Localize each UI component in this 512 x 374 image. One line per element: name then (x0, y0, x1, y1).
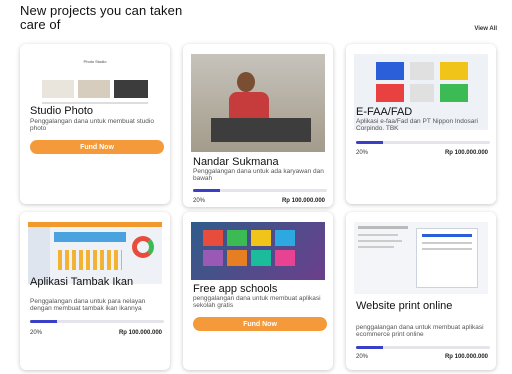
page-title: New projects you can taken care of (20, 3, 183, 32)
project-card-free-app-schools[interactable]: Free app schools penggalangan dana untuk… (183, 212, 333, 370)
card-title: Aplikasi Tambak Ikan (30, 276, 134, 288)
project-card-studio-photo[interactable]: Photo Studio Studio Photo Penggalangan d… (20, 44, 170, 204)
fund-now-button[interactable]: Fund Now (193, 317, 327, 331)
card-description: Aplikasi e-faa/Fad dan PT Nippon Indosar… (356, 118, 479, 132)
project-card-e-faa[interactable]: E-FAA/FAD Aplikasi e-faa/Fad dan PT Nipp… (346, 44, 496, 204)
card-description: penggalangan dana untuk membuat aplikasi… (193, 295, 321, 309)
funding-progress-bar (356, 141, 490, 144)
progress-percent: 20% (30, 330, 43, 336)
funding-amount: Rp 100.000.000 (281, 198, 325, 204)
funding-progress-fill (30, 320, 57, 323)
card-title: Free app schools (193, 283, 278, 295)
progress-percent: 20% (193, 198, 206, 204)
card-description: Penggalangan dana untuk membuat studio p… (30, 118, 154, 132)
funding-progress-fill (356, 141, 383, 144)
thumb-site-title: Photo Studio (83, 59, 107, 64)
card-title: E-FAA/FAD (356, 106, 413, 118)
card-description: Penggalangan dana untuk para nelayan den… (30, 298, 146, 312)
progress-percent: 20% (356, 150, 369, 156)
card-description: Penggalangan dana untuk ada karyawan dan… (193, 168, 324, 182)
funding-progress-bar (193, 189, 327, 192)
funding-progress-fill (356, 346, 383, 349)
funding-amount: Rp 100.000.000 (444, 150, 488, 156)
project-card-website-print[interactable]: Website print online penggalangan dana u… (346, 212, 496, 370)
card-description: penggalangan dana untuk membuat aplikasi… (356, 324, 484, 338)
project-thumbnail (191, 54, 325, 152)
project-thumbnail (28, 222, 162, 284)
funding-progress-bar (30, 320, 164, 323)
funding-amount: Rp 100.000.000 (118, 330, 162, 336)
header: New projects you can taken care of View … (20, 4, 500, 40)
progress-percent: 20% (356, 354, 369, 360)
fund-now-button[interactable]: Fund Now (30, 140, 164, 154)
funding-progress-fill (193, 189, 220, 192)
card-title: Nandar Sukmana (193, 156, 279, 168)
project-thumbnail (191, 222, 325, 280)
view-all-link[interactable]: View All (474, 26, 497, 32)
funding-amount: Rp 100.000.000 (444, 354, 488, 360)
project-thumbnail (354, 222, 488, 294)
card-title: Studio Photo (30, 105, 93, 117)
project-card-tambak-ikan[interactable]: Aplikasi Tambak Ikan Penggalangan dana u… (20, 212, 170, 370)
project-card-nandar-sukmana[interactable]: Nandar Sukmana Penggalangan dana untuk a… (183, 44, 333, 207)
card-title: Website print online (356, 300, 453, 312)
funding-progress-bar (356, 346, 490, 349)
